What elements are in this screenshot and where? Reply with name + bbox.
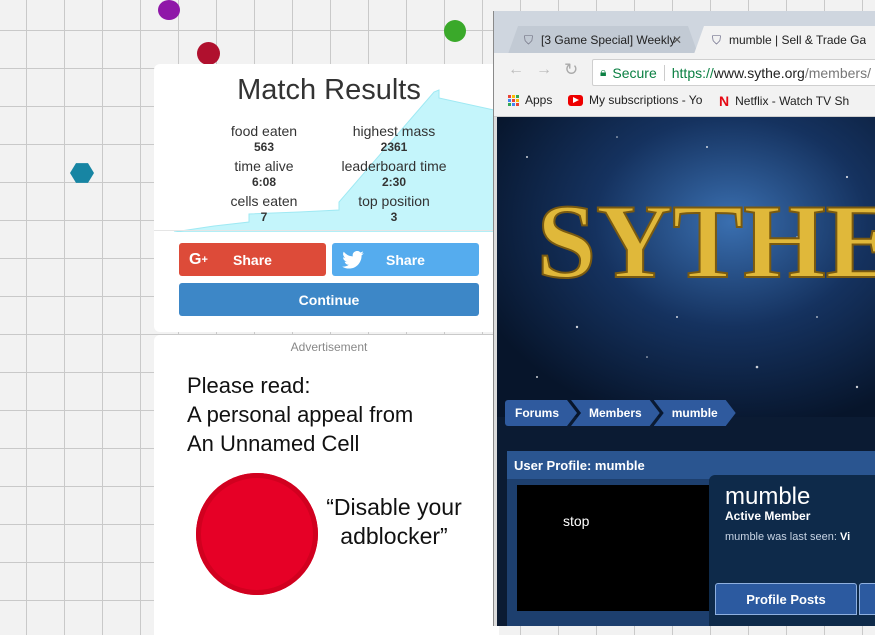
url-path: /members/ bbox=[804, 64, 871, 81]
stat-value: 2361 bbox=[380, 140, 408, 154]
ad-quote-line-2: adblocker” bbox=[340, 523, 448, 549]
last-seen: mumble was last seen: Vi bbox=[725, 531, 850, 543]
tab-title: [3 Game Special] Weekly bbox=[541, 33, 676, 47]
reload-icon[interactable]: ↻ bbox=[564, 60, 578, 80]
twitter-share-button[interactable]: Share bbox=[332, 243, 479, 276]
breadcrumb: Forums Members mumble bbox=[505, 400, 730, 428]
netflix-icon: N bbox=[719, 93, 730, 109]
stat-highest-mass: highest mass 2361 bbox=[319, 123, 469, 155]
sythe-logo: SYTHE bbox=[537, 183, 875, 300]
back-icon[interactable]: ← bbox=[508, 61, 524, 79]
breadcrumb-mumble[interactable]: mumble bbox=[654, 400, 736, 426]
twitter-share-label: Share bbox=[386, 251, 425, 268]
shield-icon: ⛉ bbox=[712, 32, 722, 47]
ad-quote-line-1: “Disable your bbox=[326, 494, 462, 520]
bookmark-netflix[interactable]: N Netflix - Watch TV Sh bbox=[719, 93, 859, 109]
sythe-page: SYTHE Forums Members mumble User Profile… bbox=[497, 117, 875, 626]
breadcrumb-members[interactable]: Members bbox=[571, 400, 660, 426]
stat-value: 3 bbox=[390, 210, 398, 224]
bookmark-label: My subscriptions - Yo bbox=[589, 93, 703, 107]
tab-weekly[interactable]: ⛉ [3 Game Special] Weekly ✕ bbox=[508, 26, 698, 54]
stat-top-position: top position 3 bbox=[319, 193, 469, 225]
results-title: Match Results bbox=[237, 74, 421, 106]
darkred-cell bbox=[197, 42, 220, 65]
divider bbox=[154, 230, 499, 231]
bookmarks-bar: Apps My subscriptions - Yo N Netflix - W… bbox=[494, 89, 875, 117]
ad-line-3: An Unnamed Cell bbox=[187, 431, 360, 456]
stat-food-eaten: food eaten 563 bbox=[189, 123, 339, 155]
tab-label: Profile Posts bbox=[746, 591, 826, 607]
stat-label: leaderboard time bbox=[341, 158, 447, 174]
close-icon[interactable]: ✕ bbox=[672, 33, 682, 47]
bookmark-youtube[interactable]: My subscriptions - Yo bbox=[568, 93, 703, 107]
teal-cell bbox=[70, 163, 94, 183]
match-results-panel: Match Results food eaten 563 highest mas… bbox=[154, 64, 499, 332]
stat-label: highest mass bbox=[352, 123, 436, 139]
purple-cell bbox=[158, 0, 180, 20]
stat-cells-eaten: cells eaten 7 bbox=[189, 193, 339, 225]
stat-value: 563 bbox=[253, 140, 275, 154]
tab-mumble[interactable]: ⛉ mumble | Sell & Trade Ga bbox=[694, 26, 875, 54]
avatar: stop bbox=[517, 485, 709, 611]
stat-label: cells eaten bbox=[230, 193, 298, 209]
user-info-card: mumble Active Member mumble was last see… bbox=[709, 475, 875, 626]
stat-value: 2:30 bbox=[381, 175, 407, 189]
bookmark-label: Apps bbox=[525, 93, 553, 107]
user-rank: Active Member bbox=[725, 509, 811, 523]
ad-quote: “Disable your adblocker” bbox=[319, 493, 469, 551]
url-host: www.sythe.org bbox=[713, 64, 805, 81]
bookmark-label: Netflix - Watch TV Sh bbox=[735, 94, 850, 108]
secure-label: Secure bbox=[612, 64, 657, 81]
stat-time-alive: time alive 6:08 bbox=[189, 158, 339, 190]
last-seen-value[interactable]: Vi bbox=[840, 531, 850, 543]
address-bar[interactable]: 🔒︎ Secure https:// www.sythe.org /member… bbox=[592, 59, 875, 86]
ad-line-2: A personal appeal from bbox=[187, 402, 414, 427]
continue-button[interactable]: Continue bbox=[179, 283, 479, 316]
tab-profile-posts[interactable]: Profile Posts bbox=[715, 583, 857, 615]
avatar-text: stop bbox=[563, 513, 590, 529]
continue-label: Continue bbox=[298, 291, 360, 308]
profile-body: stop mumble Active Member mumble was las… bbox=[507, 475, 875, 626]
stat-value: 6:08 bbox=[251, 175, 277, 189]
stat-label: food eaten bbox=[230, 123, 298, 139]
google-plus-icon: G + bbox=[189, 250, 208, 268]
youtube-icon bbox=[568, 94, 583, 106]
shield-icon: ⛉ bbox=[524, 32, 534, 47]
red-cell-image bbox=[196, 473, 318, 595]
ad-line-1: Please read: bbox=[187, 373, 311, 398]
forward-icon[interactable]: → bbox=[536, 61, 552, 79]
google-share-label: Share bbox=[233, 251, 272, 268]
ad-appeal-text: Please read: A personal appeal from An U… bbox=[187, 371, 413, 458]
tab-strip: ⛉ [3 Game Special] Weekly ✕ ⛉ mumble | S… bbox=[494, 11, 875, 54]
google-share-button[interactable]: G + Share bbox=[179, 243, 326, 276]
twitter-bird-icon bbox=[342, 243, 364, 276]
bookmark-apps[interactable]: Apps bbox=[508, 93, 552, 107]
browser-toolbar: ← → ↻ 🔒︎ Secure https:// www.sythe.org /… bbox=[494, 53, 875, 89]
omnibox-divider bbox=[663, 64, 665, 81]
stat-label: time alive bbox=[234, 158, 294, 174]
green-cell bbox=[444, 20, 466, 42]
browser-window: ⛉ [3 Game Special] Weekly ✕ ⛉ mumble | S… bbox=[493, 11, 875, 626]
tab-next[interactable] bbox=[859, 583, 875, 615]
stat-value: 7 bbox=[260, 210, 268, 224]
apps-grid-icon bbox=[508, 94, 519, 106]
username: mumble bbox=[725, 483, 811, 510]
last-seen-label: mumble was last seen: bbox=[725, 531, 837, 543]
tab-title: mumble | Sell & Trade Ga bbox=[729, 33, 867, 47]
breadcrumb-forums[interactable]: Forums bbox=[505, 400, 577, 426]
advertisement-panel: Advertisement Please read: A personal ap… bbox=[154, 335, 499, 635]
advertisement-label: Advertisement bbox=[290, 340, 368, 354]
stat-leaderboard-time: leaderboard time 2:30 bbox=[319, 158, 469, 190]
stat-label: top position bbox=[358, 193, 430, 209]
url-scheme: https:// bbox=[671, 64, 714, 81]
lock-icon: 🔒︎ bbox=[600, 65, 607, 79]
